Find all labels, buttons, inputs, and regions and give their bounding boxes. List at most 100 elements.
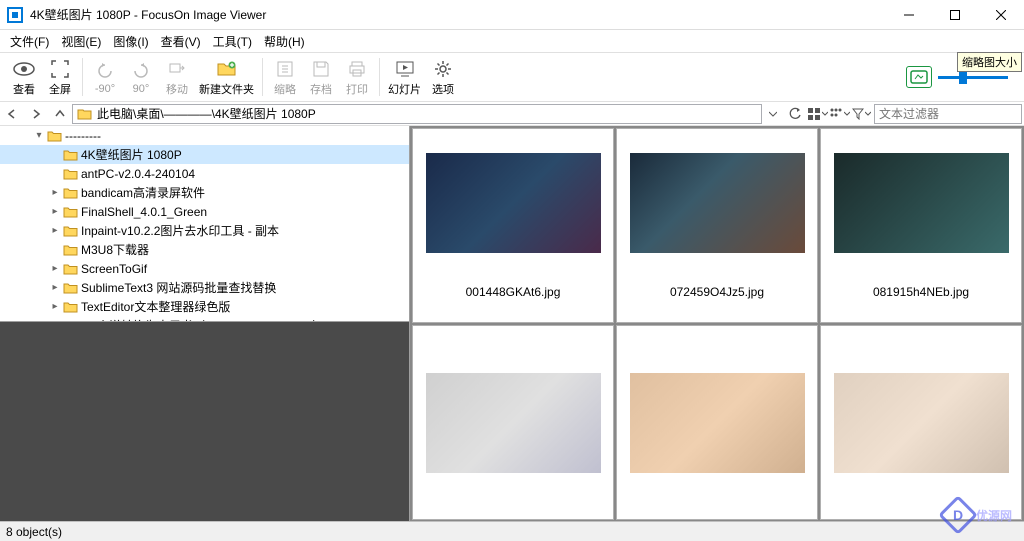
thumbnail-gallery[interactable]: 001448GKAt6.jpg 072459O4Jz5.jpg 081915h4NE… [410,126,1024,521]
preview-pane [0,322,409,521]
gear-icon [432,58,454,80]
thumbnail-filename: 001448GKAt6.jpg [466,285,561,299]
tree-twist-icon[interactable]: ▸ [48,282,62,293]
main-area: ▾ --------- 4K壁纸图片 1080P antPC-v2.0.4-24010… [0,126,1024,521]
refresh-button[interactable] [784,103,806,125]
tree-item[interactable]: ▸ bandicam高清录屏软件 [0,183,409,202]
view-button[interactable]: 查看 [6,54,42,100]
tree-twist-icon[interactable]: ▸ [48,263,62,274]
folder-tree[interactable]: ▾ --------- 4K壁纸图片 1080P antPC-v2.0.4-24010… [0,126,409,322]
tree-item-label: TextEditor文本整理器绿色版 [81,298,230,315]
tree-twist-icon[interactable]: ▸ [48,225,62,236]
address-dropdown-button[interactable] [762,103,784,125]
menu-file[interactable]: 文件(F) [4,31,55,52]
tree-item[interactable]: ▸ Inpaint-v10.2.2图片去水印工具 - 副本 [0,221,409,240]
fullscreen-button[interactable]: 全屏 [42,54,78,100]
eye-icon [13,58,35,80]
text-filter-input[interactable] [874,104,1022,124]
folder-icon [77,107,93,121]
thumbnail-item[interactable]: 072459O4Jz5.jpg [616,128,818,323]
thumbnail-image [426,153,601,253]
toolbar-separator [262,58,263,96]
menu-image[interactable]: 图像(I) [107,31,154,52]
rotate-right-button[interactable]: 90° [123,54,159,100]
thumbnail-image [834,153,1009,253]
tooltip: 缩略图大小 [957,52,1022,72]
move-button[interactable]: 移动 [159,54,195,100]
folder-icon [62,224,78,238]
tree-twist-icon[interactable]: ▸ [48,206,62,217]
tree-item-label: antPC-v2.0.4-240104 [81,167,195,181]
status-text: 8 object(s) [6,525,62,539]
thumbnail-item[interactable]: 081915h4NEb.jpg [820,128,1022,323]
tree-item-label: --------- [65,129,101,143]
tree-item[interactable]: ▸ FinalShell_4.0.1_Green [0,202,409,221]
thumbnail-size-indicator[interactable] [906,66,932,88]
tree-item-label: M3U8下载器 [81,241,149,258]
tree-item-label: FinalShell_4.0.1_Green [81,205,207,219]
window-title: 4K壁纸图片 1080P - FocusOn Image Viewer [30,6,886,23]
minimize-button[interactable] [886,0,932,30]
thumbnail-image [630,373,805,473]
menu-view[interactable]: 视图(E) [55,31,107,52]
options-button[interactable]: 选项 [425,54,461,100]
tree-twist-icon[interactable]: ▸ [48,301,62,312]
thumbnail-size-slider[interactable] [938,76,1008,79]
folder-icon [62,262,78,276]
save-button[interactable]: 存档 [303,54,339,100]
tree-item[interactable]: ▸ TextEditor文本整理器绿色版 [0,297,409,316]
rotate-left-button[interactable]: -90° [87,54,123,100]
maximize-button[interactable] [932,0,978,30]
toolbar-separator [82,58,83,96]
tree-item[interactable]: ▾ --------- [0,126,409,145]
menu-see[interactable]: 查看(V) [155,31,207,52]
nav-forward-button[interactable] [25,103,47,125]
tree-item-label: 4K壁纸图片 1080P [81,146,182,163]
grid-view-button[interactable] [806,103,828,125]
move-icon [166,58,188,80]
tree-twist-icon[interactable]: ▸ [48,187,62,198]
save-icon [310,58,332,80]
status-bar: 8 object(s) [0,521,1024,541]
tree-item-label: ScreenToGif [81,262,147,276]
shrink-icon [274,58,296,80]
nav-up-button[interactable] [49,103,71,125]
menu-help[interactable]: 帮助(H) [258,31,311,52]
tree-item-label: bandicam高清录屏软件 [81,184,205,201]
folder-plus-icon [216,58,238,80]
thumbnail-item[interactable] [616,325,818,520]
app-icon [6,6,24,24]
toolbar: 查看 全屏 -90° 90° 移动 新建文件夹 缩略 存档 打印 幻灯片 选项 … [0,52,1024,102]
print-button[interactable]: 打印 [339,54,375,100]
left-pane: ▾ --------- 4K壁纸图片 1080P antPC-v2.0.4-24010… [0,126,410,521]
address-bar: 此电脑\桌面\————\4K壁纸图片 1080P [0,102,1024,126]
thumbnail-filename: 072459O4Jz5.jpg [670,285,764,299]
folder-icon [62,148,78,162]
thumbnail-item[interactable]: 001448GKAt6.jpg [412,128,614,323]
rotate-right-icon [130,60,152,82]
tree-item[interactable]: ▸ SublimeText3 网站源码批量查找替换 [0,278,409,297]
thumbnail-item[interactable] [412,325,614,520]
tree-twist-icon[interactable]: ▾ [32,130,46,141]
tree-item-label: Inpaint-v10.2.2图片去水印工具 - 副本 [81,222,279,239]
tree-item-label: SublimeText3 网站源码批量查找替换 [81,279,276,296]
sort-button[interactable] [828,103,850,125]
tree-item[interactable]: ▸ ScreenToGif [0,259,409,278]
new-folder-button[interactable]: 新建文件夹 [195,54,258,100]
shrink-button[interactable]: 缩略 [267,54,303,100]
tree-item[interactable]: antPC-v2.0.4-240104 [0,164,409,183]
menu-tools[interactable]: 工具(T) [207,31,258,52]
filter-button[interactable] [850,103,872,125]
thumbnail-item[interactable] [820,325,1022,520]
address-path: 此电脑\桌面\————\4K壁纸图片 1080P [97,105,316,122]
tree-item[interactable]: 4K壁纸图片 1080P [0,145,409,164]
thumbnail-filename: 081915h4NEb.jpg [873,285,969,299]
thumbnail-image [630,153,805,253]
address-input[interactable]: 此电脑\桌面\————\4K壁纸图片 1080P [72,104,762,124]
nav-back-button[interactable] [1,103,23,125]
slideshow-icon [394,58,416,80]
close-button[interactable] [978,0,1024,30]
fullscreen-icon [49,58,71,80]
slideshow-button[interactable]: 幻灯片 [384,54,425,100]
tree-item[interactable]: M3U8下载器 [0,240,409,259]
